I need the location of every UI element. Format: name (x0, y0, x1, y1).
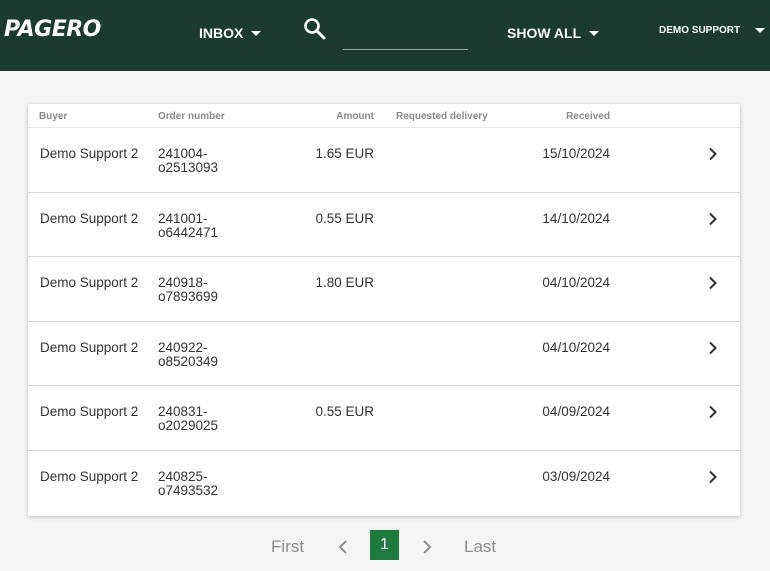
user-menu[interactable]: DEMO SUPPORT (659, 25, 766, 36)
table-row[interactable]: Demo Support 2 240918-o7893699 1.80 EUR … (28, 257, 740, 322)
buyer-cell: Demo Support 2 (40, 146, 139, 161)
order-number-cell: 240918-o7893699 (158, 275, 219, 305)
search-icon[interactable] (303, 17, 327, 41)
amount-cell: 1.65 EUR (315, 146, 374, 161)
search-input[interactable] (343, 22, 468, 50)
chevron-right-icon[interactable] (708, 212, 718, 226)
caret-down-icon (755, 28, 766, 33)
caret-down-icon (589, 30, 600, 36)
column-header-order-number[interactable]: Order number (158, 111, 225, 122)
caret-down-icon (251, 30, 262, 36)
column-header-requested-delivery[interactable]: Requested delivery (396, 111, 488, 122)
received-cell: 15/10/2024 (542, 146, 610, 161)
inbox-dropdown-label: INBOX (199, 25, 244, 41)
order-number-cell: 240825-o7493532 (158, 468, 219, 498)
pagination: First 1 Last (0, 530, 770, 560)
chevron-right-icon[interactable] (708, 470, 718, 484)
order-number-cell: 240922-o8520349 (158, 339, 219, 369)
order-number-cell: 241001-o6442471 (158, 210, 219, 240)
current-page-button[interactable]: 1 (370, 530, 399, 560)
chevron-right-icon[interactable] (708, 341, 718, 355)
column-header-amount[interactable]: Amount (336, 111, 374, 122)
table-row[interactable]: Demo Support 2 240922-o8520349 04/10/202… (28, 322, 740, 387)
chevron-right-icon[interactable] (708, 405, 718, 419)
table-row[interactable]: Demo Support 2 241001-o6442471 0.55 EUR … (28, 193, 740, 258)
chevron-right-icon[interactable] (708, 276, 718, 290)
received-cell: 04/10/2024 (542, 275, 610, 291)
amount-cell: 0.55 EUR (315, 404, 374, 420)
amount-cell: 0.55 EUR (315, 210, 374, 226)
last-page-link[interactable]: Last (464, 537, 496, 557)
show-all-filter-dropdown[interactable]: SHOW ALL (507, 25, 600, 41)
orders-table: Buyer Order number Amount Requested deli… (28, 104, 740, 516)
table-row[interactable]: Demo Support 2 240825-o7493532 03/09/202… (28, 451, 740, 516)
pagero-logo[interactable]: PAGERO (4, 17, 101, 42)
buyer-cell: Demo Support 2 (40, 468, 139, 484)
chevron-left-icon[interactable] (337, 539, 349, 555)
user-menu-label: DEMO SUPPORT (659, 25, 741, 36)
table-row[interactable]: Demo Support 2 241004-o2513093 1.65 EUR … (28, 128, 740, 193)
received-cell: 04/10/2024 (542, 339, 610, 355)
column-header-buyer[interactable]: Buyer (39, 111, 67, 122)
column-header-received[interactable]: Received (566, 111, 610, 122)
table-row[interactable]: Demo Support 2 240831-o2029025 0.55 EUR … (28, 386, 740, 451)
inbox-dropdown[interactable]: INBOX (199, 25, 262, 41)
buyer-cell: Demo Support 2 (40, 210, 139, 226)
received-cell: 03/09/2024 (542, 468, 610, 484)
buyer-cell: Demo Support 2 (40, 275, 139, 291)
received-cell: 04/09/2024 (542, 404, 610, 420)
chevron-right-icon[interactable] (708, 147, 718, 161)
top-navigation-bar: PAGERO INBOX SHOW ALL DEMO SUPPORT (0, 0, 770, 71)
buyer-cell: Demo Support 2 (40, 404, 139, 420)
table-header: Buyer Order number Amount Requested deli… (28, 104, 740, 128)
buyer-cell: Demo Support 2 (40, 339, 139, 355)
order-number-cell: 240831-o2029025 (158, 404, 219, 434)
received-cell: 14/10/2024 (542, 210, 610, 226)
amount-cell: 1.80 EUR (315, 275, 374, 291)
chevron-right-icon[interactable] (421, 539, 433, 555)
show-all-filter-label: SHOW ALL (507, 25, 582, 41)
first-page-link[interactable]: First (271, 537, 304, 557)
order-number-cell: 241004-o2513093 (158, 146, 219, 175)
